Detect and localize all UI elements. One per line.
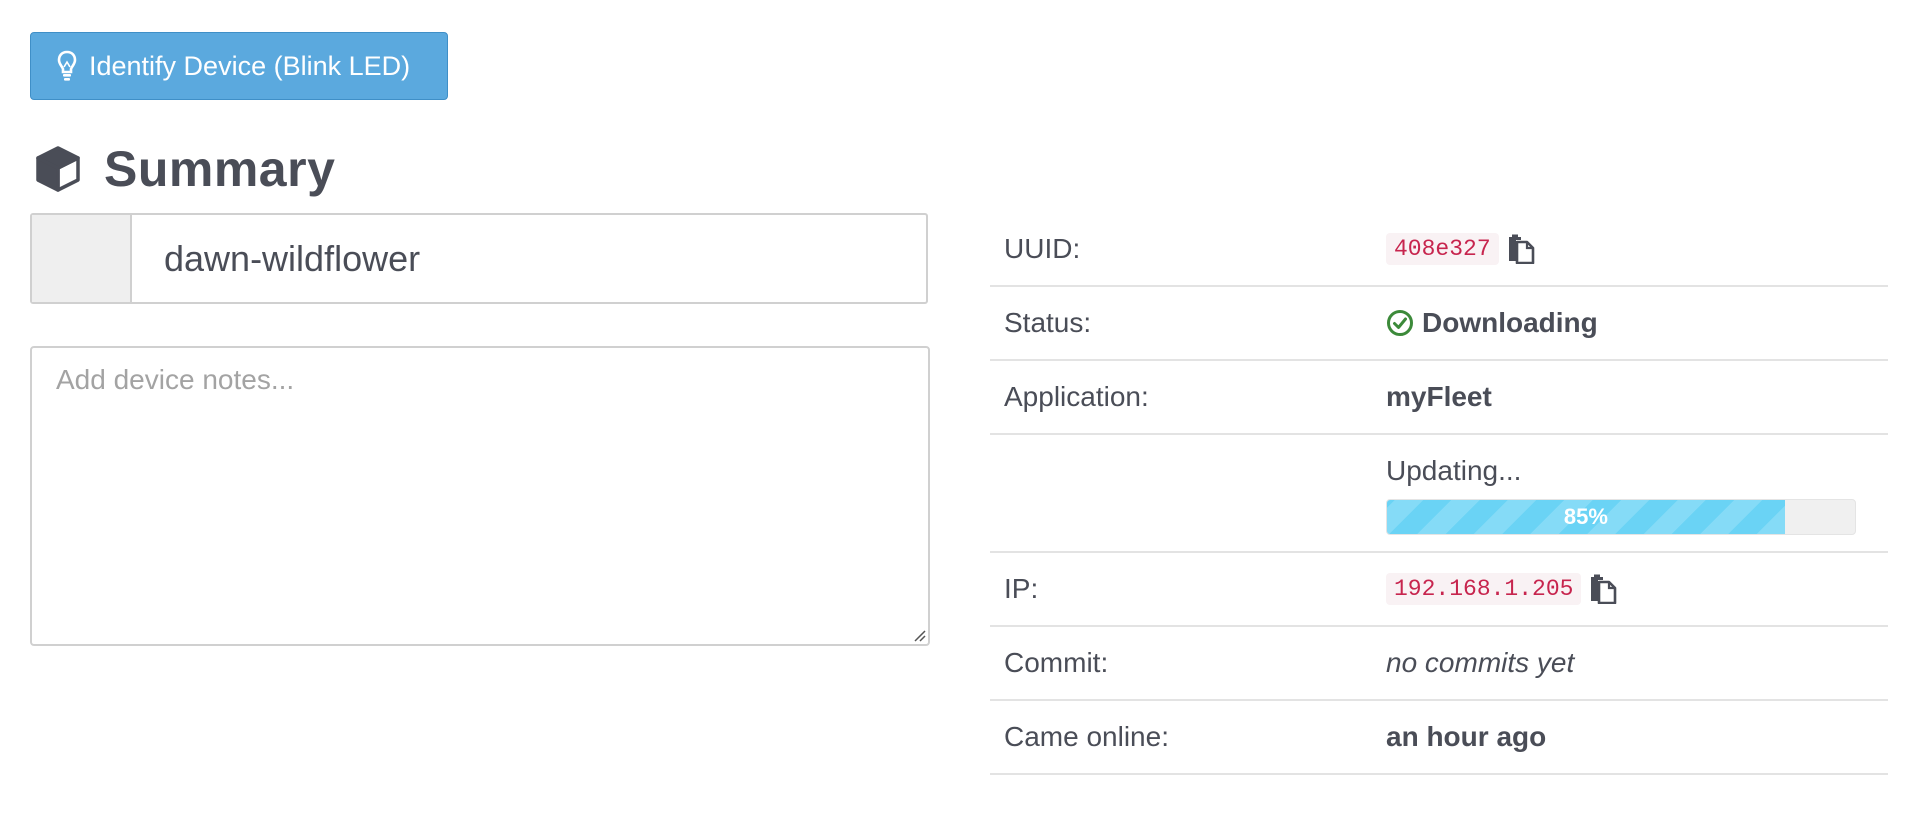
update-status-text: Updating...	[1386, 455, 1522, 486]
device-summary-page: Identify Device (Blink LED) Summary dawn…	[0, 0, 1910, 820]
check-circle-icon	[1386, 309, 1414, 337]
device-notes-textarea[interactable]	[30, 346, 930, 646]
page-title: Summary	[104, 141, 336, 197]
application-row: Application: myFleet	[990, 361, 1888, 435]
device-details-table: UUID: 408e327 Status: Downloading Applic…	[990, 213, 1888, 775]
lightbulb-icon	[57, 49, 79, 83]
identify-device-label: Identify Device (Blink LED)	[89, 50, 411, 81]
ip-value: 192.168.1.205	[1386, 573, 1582, 605]
commit-label: Commit:	[1004, 647, 1109, 678]
uuid-label: UUID:	[1004, 233, 1081, 264]
update-progress-bar: 85%	[1386, 499, 1856, 535]
device-name-input[interactable]: dawn-wildflower	[132, 215, 926, 302]
identify-device-button[interactable]: Identify Device (Blink LED)	[30, 32, 448, 100]
progress-label: 85%	[1563, 504, 1608, 529]
ip-row: IP: 192.168.1.205	[990, 553, 1888, 627]
commit-row: Commit: no commits yet	[990, 627, 1888, 701]
copy-icon[interactable]	[1589, 574, 1619, 604]
came-online-row: Came online: an hour ago	[990, 701, 1888, 775]
status-value: Downloading	[1422, 307, 1598, 338]
update-cell: Updating... 85%	[1386, 435, 1856, 535]
commit-value: no commits yet	[1386, 647, 1575, 678]
came-online-label: Came online:	[1004, 721, 1169, 752]
summary-header: Summary	[34, 140, 335, 198]
uuid-value-cell: 408e327	[1386, 233, 1537, 265]
application-label: Application:	[1004, 381, 1149, 412]
uuid-row: UUID: 408e327	[990, 213, 1888, 287]
uuid-value: 408e327	[1386, 233, 1499, 265]
update-progress-row: Updating... 85%	[990, 435, 1888, 553]
resize-handle-icon[interactable]	[912, 628, 926, 642]
copy-icon[interactable]	[1507, 234, 1537, 264]
progress-fill: 85%	[1387, 500, 1785, 534]
status-value-cell: Downloading	[1386, 307, 1598, 339]
status-row: Status: Downloading	[990, 287, 1888, 361]
ip-value-cell: 192.168.1.205	[1386, 573, 1619, 605]
status-label: Status:	[1004, 307, 1092, 338]
ip-label: IP:	[1004, 573, 1039, 604]
cube-icon	[34, 145, 82, 193]
device-color-swatch[interactable]	[32, 215, 132, 302]
device-name-field[interactable]: dawn-wildflower	[30, 213, 928, 304]
came-online-value: an hour ago	[1386, 721, 1547, 752]
application-value[interactable]: myFleet	[1386, 381, 1492, 413]
